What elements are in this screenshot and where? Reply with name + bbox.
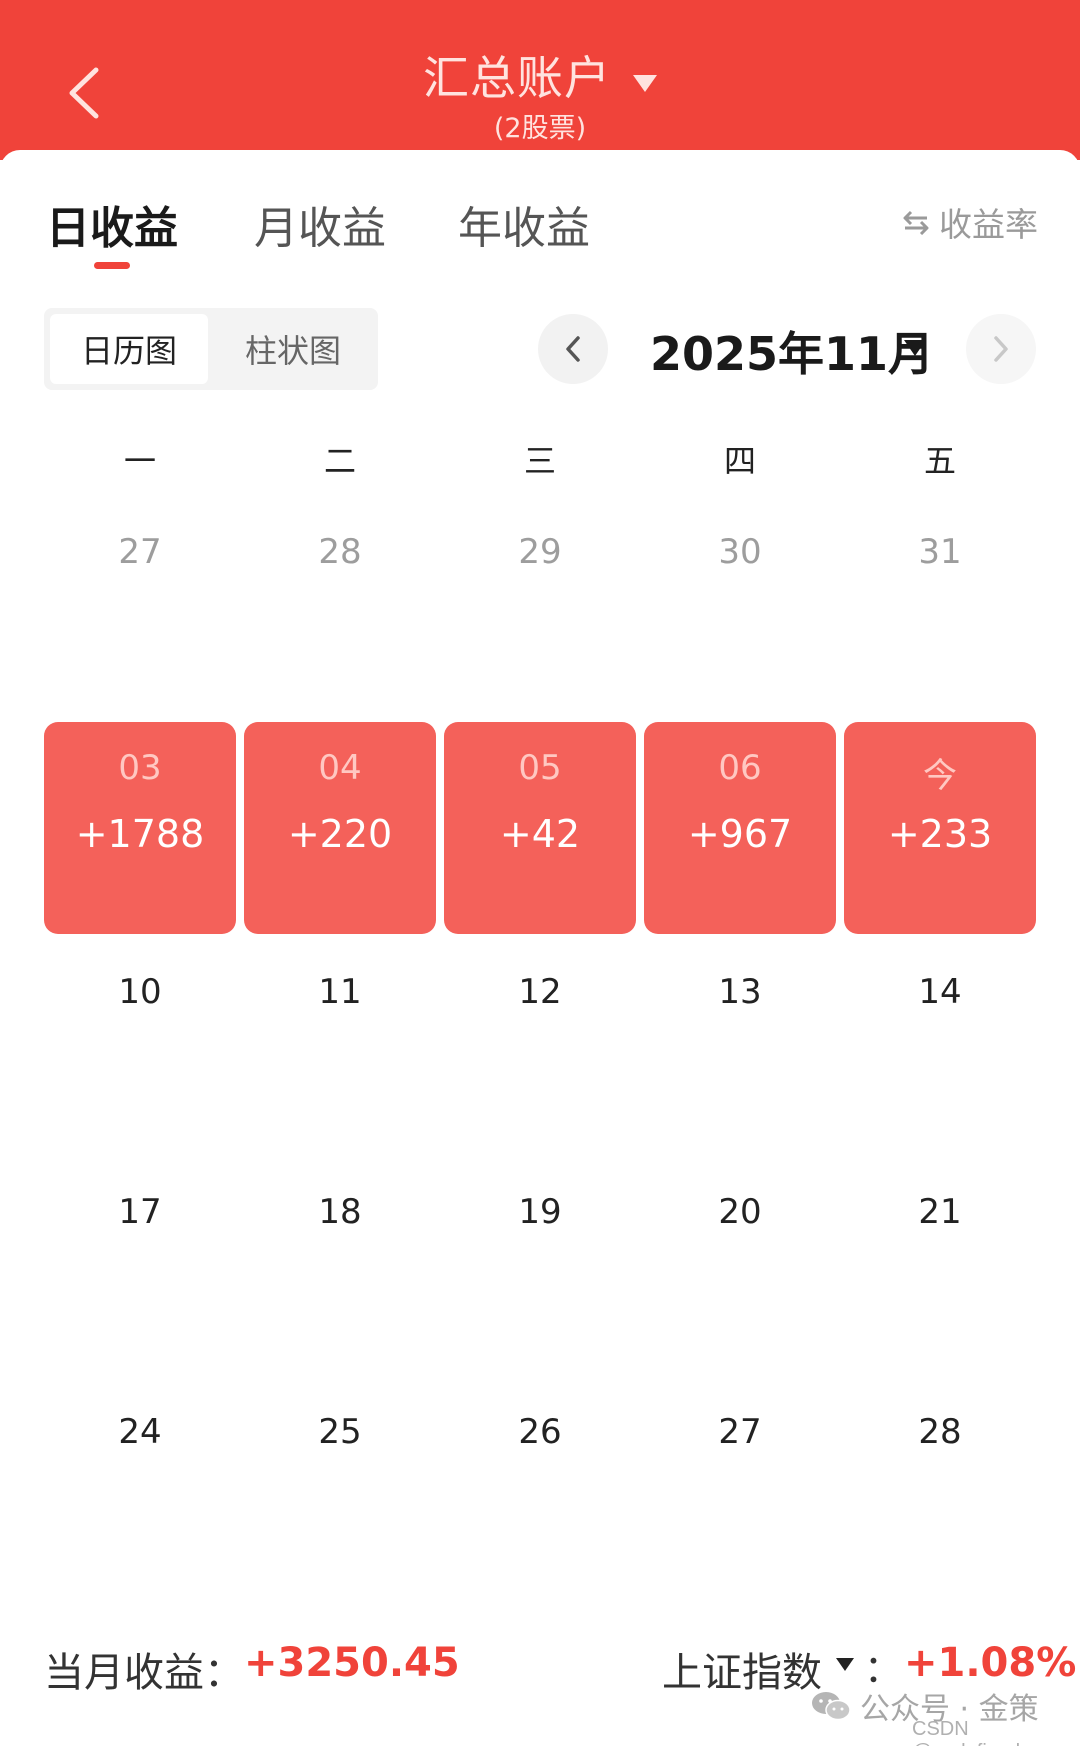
calendar-view-button[interactable]: 日历图 [50,314,208,384]
profit-cell[interactable]: 06 +967 [644,722,836,934]
calendar-day[interactable]: 27 [645,1412,835,1452]
calendar-day[interactable]: 19 [445,1192,635,1232]
cell-date: 05 [518,748,562,788]
calendar-day[interactable]: 21 [845,1192,1035,1232]
monthly-profit-label: 当月收益： [44,1650,244,1696]
bar-view-button[interactable]: 柱状图 [214,314,372,384]
current-month[interactable]: 2025年11月 [650,318,934,384]
calendar-day[interactable]: 28 [845,1412,1035,1452]
active-tab-indicator [94,262,130,269]
calendar-day: 27 [118,532,162,572]
calendar-day[interactable]: 14 [845,972,1035,1012]
calendar-day[interactable]: 17 [45,1192,235,1232]
profit-cell[interactable]: 03 +1788 [44,722,236,934]
calendar-day[interactable]: 11 [245,972,435,1012]
swap-arrows-icon [903,210,929,235]
index-dropdown-caret-icon[interactable] [836,1658,854,1671]
calendar-day[interactable]: 20 [645,1192,835,1232]
cell-profit: +1788 [75,812,205,856]
month-dropdown-caret-icon[interactable] [904,340,926,356]
calendar-day: 28 [318,532,362,572]
view-toggle: 日历图 柱状图 [44,308,378,390]
cell-profit: +967 [687,812,793,856]
next-month-button[interactable] [966,314,1036,384]
monthly-profit-value: +3250.45 [244,1640,460,1686]
cell-profit: +42 [499,812,581,856]
weekday-mon: 一 [123,442,156,480]
calendar-day[interactable]: 10 [45,972,235,1012]
calendar-day: 30 [718,532,762,572]
weekday-thu: 四 [723,442,756,480]
chevron-right-icon [994,336,1008,362]
app-header: 汇总账户 (2股票) [0,0,1080,160]
dropdown-caret-icon [633,75,657,92]
profit-cell[interactable]: 04 +220 [244,722,436,934]
account-title: 汇总账户 [423,51,611,105]
csdn-watermark: CSDN @undefined [912,1718,1020,1746]
cell-profit: +220 [287,812,393,856]
cell-date: 06 [718,748,762,788]
cell-profit: +233 [887,812,993,856]
profit-rate-toggle[interactable]: 收益率 [901,198,1038,246]
profit-rate-label: 收益率 [939,205,1038,244]
weekday-tue: 二 [323,442,356,480]
calendar-day: 31 [918,532,962,572]
index-change-value: +1.08% [904,1640,1077,1686]
account-subtitle: (2股票) [493,113,587,144]
calendar-day[interactable]: 18 [245,1192,435,1232]
profit-cell[interactable]: 05 +42 [444,722,636,934]
tab-yearly-profit[interactable]: 年收益 [458,192,590,256]
prev-month-button[interactable] [538,314,608,384]
weekday-fri: 五 [923,442,956,480]
calendar-day[interactable]: 12 [445,972,635,1012]
index-selector[interactable]: 上证指数 [662,1640,822,1698]
weekday-wed: 三 [523,442,556,480]
calendar-day: 29 [518,532,562,572]
tab-monthly-profit[interactable]: 月收益 [254,192,386,256]
chevron-left-icon [566,336,580,362]
calendar-day[interactable]: 26 [445,1412,635,1452]
tab-daily-profit[interactable]: 日收益 [46,192,178,256]
calendar-day[interactable]: 24 [45,1412,235,1452]
account-selector[interactable]: 汇总账户 [0,42,1080,108]
cell-date: 今 [923,756,957,796]
cell-date: 04 [318,748,362,788]
profit-cell-today[interactable]: 今 +233 [844,722,1036,934]
calendar-day[interactable]: 13 [645,972,835,1012]
calendar-day[interactable]: 25 [245,1412,435,1452]
cell-date: 03 [118,748,162,788]
wechat-icon [812,1692,851,1721]
